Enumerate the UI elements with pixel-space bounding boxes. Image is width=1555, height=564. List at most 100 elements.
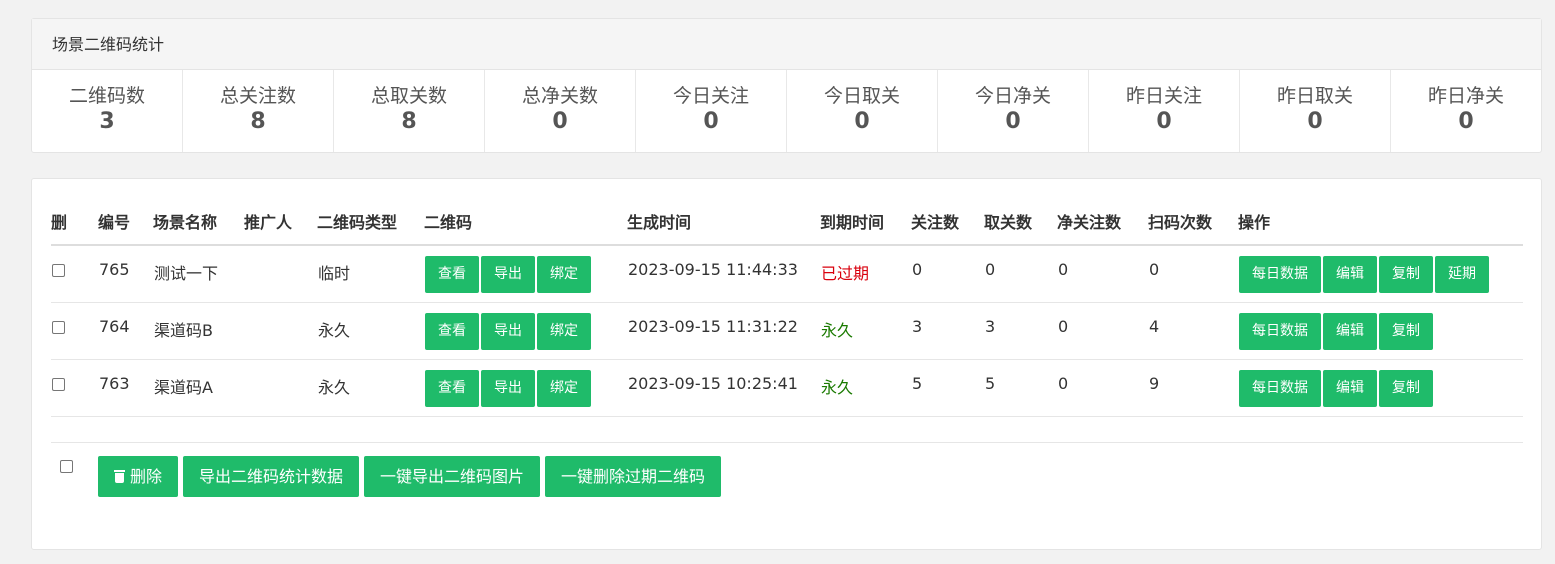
bind-qr-button[interactable]: 绑定 [537, 256, 591, 293]
stats-panel: 场景二维码统计 二维码数 3 总关注数 8 总取关数 8 总净关数 0 今日关注 0 今日… [31, 18, 1542, 153]
stats-panel-title: 场景二维码统计 [32, 19, 1541, 70]
stat-label: 总净关数 [521, 85, 598, 107]
row-unfollow: 5 [984, 359, 1057, 417]
col-scene-name: 场景名称 [153, 198, 244, 246]
col-actions: 操作 [1238, 198, 1523, 246]
row-created: 2023-09-15 11:31:22 [627, 302, 820, 360]
stat-total-follow: 总关注数 8 [183, 70, 334, 152]
stat-label: 昨日关注 [1125, 85, 1202, 107]
stat-value: 0 [703, 109, 719, 134]
row-type: 永久 [317, 302, 424, 360]
table-header-row: 删 编号 场景名称 推广人 二维码类型 二维码 生成时间 到期时间 关注数 取关… [51, 198, 1523, 246]
edit-button[interactable]: 编辑 [1323, 312, 1377, 350]
row-checkbox[interactable] [52, 264, 65, 277]
stat-value: 8 [401, 109, 417, 134]
stat-label: 今日取关 [823, 85, 900, 107]
col-promoter: 推广人 [244, 198, 317, 246]
stat-today-follow: 今日关注 0 [636, 70, 787, 152]
qr-table-panel: 删 编号 场景名称 推广人 二维码类型 二维码 生成时间 到期时间 关注数 取关… [31, 178, 1542, 550]
row-net: 0 [1057, 302, 1148, 360]
bind-qr-button[interactable]: 绑定 [537, 369, 591, 407]
daily-data-button[interactable]: 每日数据 [1239, 312, 1321, 350]
copy-button[interactable]: 复制 [1379, 369, 1433, 407]
stat-value: 0 [1307, 109, 1323, 134]
edit-button[interactable]: 编辑 [1323, 369, 1377, 407]
table-row: 763 渠道码A 永久 查看 导出 绑定 2023-09-15 10:25:41 永… [51, 359, 1523, 417]
col-scans: 扫码次数 [1148, 198, 1238, 246]
row-name: 测试一下 [153, 245, 244, 303]
bulk-delete-button[interactable]: 删除 [98, 456, 179, 497]
bulk-delete-label: 删除 [130, 467, 163, 486]
stat-value: 8 [250, 109, 266, 134]
stat-total-unfollow: 总取关数 8 [334, 70, 485, 152]
bulk-actions-bar: 删除 导出二维码统计数据 一键导出二维码图片 一键删除过期二维码 [60, 456, 726, 497]
stat-label: 今日关注 [672, 85, 749, 107]
row-type: 临时 [317, 245, 424, 303]
row-follow: 0 [911, 245, 984, 303]
stat-value: 0 [552, 109, 568, 134]
stat-yesterday-follow: 昨日关注 0 [1089, 70, 1240, 152]
row-net: 0 [1057, 359, 1148, 417]
row-scans: 4 [1148, 302, 1238, 360]
stat-yesterday-net: 昨日净关 0 [1391, 70, 1541, 152]
row-checkbox[interactable] [52, 320, 65, 334]
row-scans: 0 [1148, 245, 1238, 303]
daily-data-button[interactable]: 每日数据 [1239, 256, 1321, 293]
bind-qr-button[interactable]: 绑定 [537, 312, 591, 350]
col-delete: 删 [51, 198, 98, 246]
extend-button[interactable]: 延期 [1435, 256, 1489, 293]
stat-value: 0 [1005, 109, 1021, 134]
export-qr-button[interactable]: 导出 [481, 256, 535, 293]
stat-today-net: 今日净关 0 [938, 70, 1089, 152]
stat-total-net: 总净关数 0 [485, 70, 636, 152]
stat-value: 0 [1458, 109, 1474, 134]
row-scans: 9 [1148, 359, 1238, 417]
qr-table: 删 编号 场景名称 推广人 二维码类型 二维码 生成时间 到期时间 关注数 取关… [51, 198, 1523, 417]
col-follow: 关注数 [911, 198, 984, 246]
export-qr-button[interactable]: 导出 [481, 369, 535, 407]
stat-label: 今日净关 [974, 85, 1051, 107]
stat-value: 3 [99, 109, 115, 134]
col-expire: 到期时间 [820, 198, 911, 246]
export-qr-button[interactable]: 导出 [481, 312, 535, 350]
copy-button[interactable]: 复制 [1379, 256, 1433, 293]
row-checkbox[interactable] [52, 377, 65, 391]
row-follow: 5 [911, 359, 984, 417]
row-id: 763 [98, 359, 153, 417]
row-type: 永久 [317, 359, 424, 417]
row-expire: 永久 [820, 302, 911, 360]
stat-label: 昨日净关 [1427, 85, 1504, 107]
delete-expired-button[interactable]: 一键删除过期二维码 [545, 456, 722, 497]
stat-qr-count: 二维码数 3 [32, 70, 183, 152]
row-name: 渠道码B [153, 302, 244, 360]
view-qr-button[interactable]: 查看 [425, 312, 479, 350]
stat-label: 二维码数 [68, 85, 145, 107]
row-id: 765 [98, 245, 153, 303]
stat-value: 0 [854, 109, 870, 134]
stat-label: 昨日取关 [1276, 85, 1353, 107]
row-promoter [244, 302, 317, 360]
col-id: 编号 [98, 198, 153, 246]
row-promoter [244, 245, 317, 303]
col-net: 净关注数 [1057, 198, 1148, 246]
table-row: 764 渠道码B 永久 查看 导出 绑定 2023-09-15 11:31:22 永… [51, 302, 1523, 360]
daily-data-button[interactable]: 每日数据 [1239, 369, 1321, 407]
col-qr: 二维码 [424, 198, 627, 246]
row-expire: 永久 [820, 359, 911, 417]
row-unfollow: 0 [984, 245, 1057, 303]
stats-row: 二维码数 3 总关注数 8 总取关数 8 总净关数 0 今日关注 0 今日取关 0 今日净关… [32, 70, 1541, 152]
col-created: 生成时间 [627, 198, 820, 246]
row-created: 2023-09-15 10:25:41 [627, 359, 820, 417]
export-stats-button[interactable]: 导出二维码统计数据 [183, 456, 360, 497]
view-qr-button[interactable]: 查看 [425, 256, 479, 293]
row-unfollow: 3 [984, 302, 1057, 360]
copy-button[interactable]: 复制 [1379, 312, 1433, 350]
view-qr-button[interactable]: 查看 [425, 369, 479, 407]
row-expire: 已过期 [820, 245, 911, 303]
stat-today-unfollow: 今日取关 0 [787, 70, 938, 152]
edit-button[interactable]: 编辑 [1323, 256, 1377, 293]
row-follow: 3 [911, 302, 984, 360]
export-images-button[interactable]: 一键导出二维码图片 [364, 456, 541, 497]
table-row: 765 测试一下 临时 查看 导出 绑定 2023-09-15 11:44:33 已… [51, 245, 1523, 303]
select-all-checkbox[interactable] [60, 460, 73, 473]
